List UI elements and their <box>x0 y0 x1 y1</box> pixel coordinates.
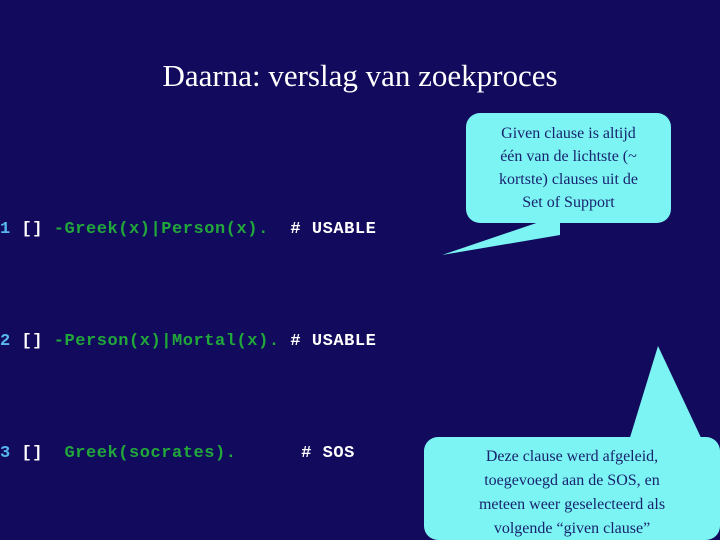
clause-number: 2 <box>0 332 11 351</box>
clause-comment: # USABLE <box>290 332 377 351</box>
clause-gap <box>269 220 291 239</box>
callout-line: Deze clause werd afgeleid, <box>485 448 659 465</box>
callout-line: meteen weer geselecteerd als <box>478 496 666 513</box>
clause-literal: -Person(x)|Mortal(x). <box>53 332 280 351</box>
clause-brackets: [] <box>10 332 54 351</box>
callout-line: Given clause is altijd <box>501 125 636 142</box>
clause-comment: # USABLE <box>290 220 377 239</box>
clause-gap <box>280 332 291 351</box>
given-clause-callout: Given clause is altijd één van de lichts… <box>466 113 671 223</box>
derived-clause-bubble-tail <box>628 346 704 444</box>
clause-brackets: [] <box>10 444 54 463</box>
callout-line: één van de lichtste (~ <box>500 148 637 165</box>
callout-line: volgende “given clause” <box>493 520 651 537</box>
callout-line: kortste) clauses uit de <box>498 171 639 188</box>
page-title: Daarna: verslag van zoekproces <box>162 57 558 93</box>
clause-gap <box>237 444 302 463</box>
slide-canvas: Daarna: verslag van zoekproces 1 [] -Gre… <box>0 0 720 540</box>
callout-line: toegevoegd aan de SOS, en <box>484 472 660 489</box>
clause-comment: # SOS <box>301 444 355 463</box>
clause-brackets: [] <box>10 220 54 239</box>
clause-literal: Greek(socrates). <box>53 444 237 463</box>
derived-clause-callout: Deze clause werd afgeleid, toegevoegd aa… <box>424 437 720 540</box>
clause-number: 3 <box>0 444 11 463</box>
clause-number: 1 <box>0 220 11 239</box>
callout-line: Set of Support <box>522 194 615 211</box>
clause-literal: -Greek(x)|Person(x). <box>53 220 269 239</box>
